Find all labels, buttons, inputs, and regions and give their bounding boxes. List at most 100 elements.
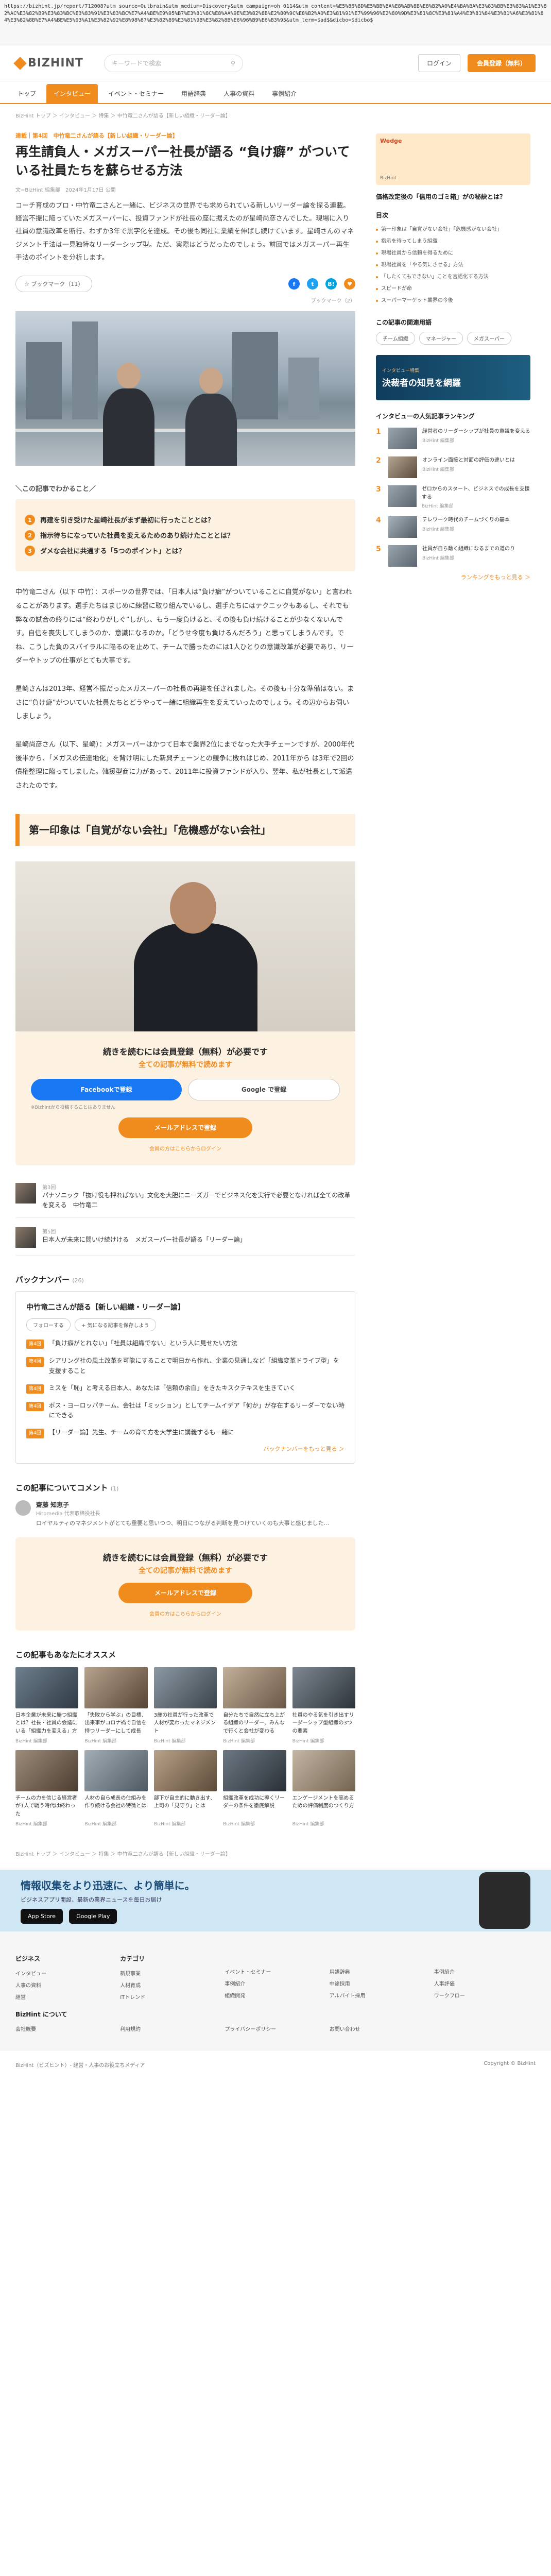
site-logo[interactable]: BIZHINT (13, 56, 83, 70)
toc-item[interactable]: 「したくてもできない」ことを言語化する方法 (376, 271, 530, 283)
register-button[interactable]: 会員登録（無料） (467, 54, 536, 72)
sidebar-ad-title[interactable]: 価格改定後の「信用のゴミ箱」がの秘訣とは？ (376, 192, 530, 201)
footer-link[interactable]: ITトレンド (120, 1991, 221, 2003)
bookmark-button[interactable]: ☆ ブックマーク（11） (15, 276, 93, 293)
nav-tab-glossary[interactable]: 用語辞典 (174, 84, 213, 103)
footer-link[interactable]: 人事評価 (434, 1977, 536, 1989)
email-register-button[interactable]: メールアドレスで登録 (118, 1582, 252, 1603)
recommend-card[interactable]: 自分たちで自然に立ち上がる組織のリーダー、みんなで行くと会社が変わる BizHin… (223, 1667, 286, 1744)
ranking-item[interactable]: 2 オンライン面接と対面の評価の違いとは BizHint 編集部 (376, 456, 530, 478)
backnumber-item[interactable]: 第4回 「負け癖がとれない」「社員は組織でない」という人に見せたい方法 (26, 1338, 345, 1349)
nav-tab-cases[interactable]: 事例紹介 (265, 84, 304, 103)
term-tag[interactable]: チーム組織 (376, 332, 415, 345)
address-bar[interactable]: https://bizhint.jp/report/712008?utm_sou… (0, 0, 551, 45)
backnumber-more-link[interactable]: バックナンバーをもっと見る ＞ (26, 1445, 345, 1453)
summary-item[interactable]: 2 指示待ちになっていた社員を変えるためのあり続けたこととは？ (25, 530, 346, 541)
footer-link[interactable]: 経営 (15, 1991, 117, 2003)
toc-item[interactable]: スピードが命 (376, 283, 530, 295)
ranking-item[interactable]: 4 テレワーク時代のチームづくりの基本 BizHint 編集部 (376, 516, 530, 538)
recommend-card[interactable]: 3歳の社員が行った改革で人材が変わったマネジメント BizHint 編集部 (153, 1667, 217, 1744)
search-placeholder: キーワードで検索 (111, 60, 161, 67)
recommend-card[interactable]: 日本企業が未来に勝つ組織とは？社長・社員の会議にいる「組織力を変える」方法Biz… (15, 1667, 79, 1744)
toc-item[interactable]: スーパーマーケット業界の今後 (376, 295, 530, 307)
interview-feature-banner[interactable]: インタビュー特集 決裁者の知見を網羅 (376, 355, 530, 400)
breadcrumb[interactable]: BizHint トップ ＞ インタビュー ＞ 特集 ＞ 中竹竜二さんが語る【新し… (0, 104, 551, 126)
footer-link[interactable]: ワークフロー (434, 1989, 536, 2001)
nav-tab-documents[interactable]: 人事の資料 (216, 84, 262, 103)
article-paragraph: 星崎さんは2013年、経営不振だったメガスーパーの社長の再建を任されました。その… (15, 685, 354, 721)
recommend-card[interactable]: エンゲージメントを高めるための評価制度のつくり方 BizHint 編集部 (292, 1750, 355, 1827)
footer-link[interactable]: イベント・セミナー (225, 1965, 326, 1977)
footer-link[interactable]: 会社概要 (15, 2023, 117, 2035)
login-link[interactable]: 会員の方はこちらからログイン (31, 1609, 340, 1617)
ranking-item[interactable]: 5 社員が自ら動く組織になるまでの道のり BizHint 編集部 (376, 545, 530, 567)
backnumber-item[interactable]: 第4回 シアリング社の風土改革を可能にすることで明日から作れ、企業の見通しなど「組… (26, 1356, 345, 1376)
toc-item[interactable]: 現場社員を「やる気にさせる」方法 (376, 259, 530, 271)
search-input[interactable]: キーワードで検索 ⚲ (104, 54, 243, 72)
phone-mockup-image (479, 1872, 530, 1929)
twitter-share-icon[interactable]: t (307, 278, 318, 290)
related-article[interactable]: 第3回 パナソニック「抜け役も押ればない」文化を大胆にニーズガーでビジネス化を実行… (15, 1182, 355, 1218)
logo-text: BIZHINT (28, 57, 83, 70)
google-register-button[interactable]: Google で登録 (188, 1078, 340, 1100)
recommend-card[interactable]: チームの力を信じる経営者が1人で戦う時代は終わった BizHint 編集部 (15, 1750, 79, 1827)
commenter-name[interactable]: 齋藤 知恵子 (36, 1500, 329, 1509)
save-article-button[interactable]: + 気になる記事を保存しよう (75, 1318, 156, 1331)
backnumber-item[interactable]: 第4回 ミスを「恥」と考える日本人、あなたは「信頼の余白」をきたキスクテキスを生き… (26, 1383, 345, 1394)
article-paragraph: 星崎尚彦さん（以下、星崎）：メガスーパーはかつて日本で業界2位にまでなった大手チ… (15, 740, 354, 790)
ranking-item[interactable]: 3 ゼロからのスタート、ビジネスでの成長を支援する BizHint 編集部 (376, 485, 530, 509)
email-register-button[interactable]: メールアドレスで登録 (118, 1117, 252, 1138)
toc-item[interactable]: 第一印象は「自覚がない会社」「危機感がない会社」 (376, 224, 530, 235)
recommend-card[interactable]: 「失敗から学ぶ」の目標、出来事がコロナ禍で自信を持つリーダーにして成長 BizHi… (84, 1667, 148, 1744)
summary-item[interactable]: 1 再建を引き受けた星崎社長がまず最初に行ったこととは？ (25, 515, 346, 526)
footer-link[interactable]: 事例紹介 (225, 1977, 326, 1989)
ranking-item[interactable]: 1 経営者のリーダーシップが社員の意識を変える BizHint 編集部 (376, 428, 530, 449)
comment-text: ロイヤルティのマネジメントがとても重要と思いつつ、明日につながる判断を見つけてい… (36, 1519, 330, 1527)
footer-link[interactable]: 新規事業 (120, 1967, 221, 1979)
toc-item[interactable]: 指示を待ってしまう組織 (376, 235, 530, 247)
series-label[interactable]: 連載｜第4回 中竹竜二さんが語る【新しい組織・リーダー論】 (15, 131, 355, 140)
recommend-card[interactable]: 社員のやる気を引き出すリーダーシップ型組織の3つの要素 BizHint 編集部 (292, 1667, 355, 1744)
login-button[interactable]: ログイン (418, 54, 460, 72)
footer-link[interactable]: 事例紹介 (434, 1965, 536, 1977)
ranking-more-link[interactable]: ランキングをもっと見る ＞ (376, 573, 530, 581)
sidebar: Wedge BizHint 価格改定後の「信用のゴミ箱」がの秘訣とは？ 目次 第… (376, 126, 530, 1827)
avatar[interactable] (15, 1500, 31, 1516)
facebook-register-button[interactable]: Facebookで登録 (31, 1078, 182, 1100)
google-play-button[interactable]: Google Play (69, 1908, 117, 1924)
backnumber-title[interactable]: 中竹竜二さんが語る【新しい組織・リーダー論】 (26, 1302, 345, 1312)
footer-link[interactable]: インタビュー (15, 1967, 117, 1979)
footer-link[interactable]: 組織開発 (225, 1989, 326, 2001)
footer-link[interactable]: 用語辞典 (330, 1965, 431, 1977)
site-header: BIZHINT キーワードで検索 ⚲ ログイン 会員登録（無料） (0, 45, 551, 81)
backnumber-item[interactable]: 第4回 【リーダー論】先生、チームの育て方を大学生に講義するも一緒に (26, 1428, 345, 1438)
nav-tab-events[interactable]: イベント・セミナー (101, 84, 171, 103)
term-tag[interactable]: マネージャー (419, 332, 463, 345)
footer-link[interactable]: 人材育成 (120, 1979, 221, 1991)
backnumber-item[interactable]: 第4回 ボス・ヨーロッパチーム、会社は「ミッション」としてチームイデア「何か」が存… (26, 1401, 345, 1420)
related-article[interactable]: 第5回 日本人が未来に問いけ続けける メガスーパー社長が語る「リーダー論」 (15, 1227, 355, 1256)
recommend-card[interactable]: 部下が自主的に動き出す、上司の「見守り」とは BizHint 編集部 (153, 1750, 217, 1827)
bottom-breadcrumb[interactable]: BizHint トップ ＞ インタビュー ＞ 特集 ＞ 中竹竜二さんが語る【新し… (0, 1842, 551, 1865)
login-link[interactable]: 会員の方はこちらからログイン (31, 1144, 340, 1152)
summary-item[interactable]: 3 ダメな会社に共通する「5つのポイント」とは？ (25, 546, 346, 556)
hatena-share-icon[interactable]: B! (325, 278, 337, 290)
recommend-card[interactable]: 組織改革を成功に導くリーダーの条件を徹底解説 BizHint 編集部 (223, 1750, 286, 1827)
footer-link[interactable]: お問い合わせ (330, 2023, 431, 2035)
footer-link[interactable]: プライバシーポリシー (225, 2023, 326, 2035)
recommend-card[interactable]: 人材の自ら成長の仕組みを作り続ける会社の特徴とは BizHint 編集部 (84, 1750, 148, 1827)
term-tag[interactable]: メガスーパー (467, 332, 511, 345)
follow-button[interactable]: フォローする (26, 1318, 71, 1331)
pocket-share-icon[interactable]: ♥ (344, 278, 355, 290)
search-icon[interactable]: ⚲ (231, 60, 235, 67)
footer-link[interactable]: 利用規約 (120, 2023, 221, 2035)
sidebar-ad[interactable]: Wedge BizHint (376, 133, 530, 185)
app-store-button[interactable]: App Store (21, 1908, 63, 1924)
nav-tab-interview[interactable]: インタビュー (46, 84, 98, 103)
footer-link[interactable]: 中途採用 (330, 1977, 431, 1989)
facebook-share-icon[interactable]: f (288, 278, 300, 290)
footer-link[interactable]: 人事の資料 (15, 1979, 117, 1991)
footer-link[interactable]: アルバイト採用 (330, 1989, 431, 2001)
toc-item[interactable]: 現場社員から信頼を得るために (376, 247, 530, 259)
nav-tab-top[interactable]: トップ (10, 84, 43, 103)
